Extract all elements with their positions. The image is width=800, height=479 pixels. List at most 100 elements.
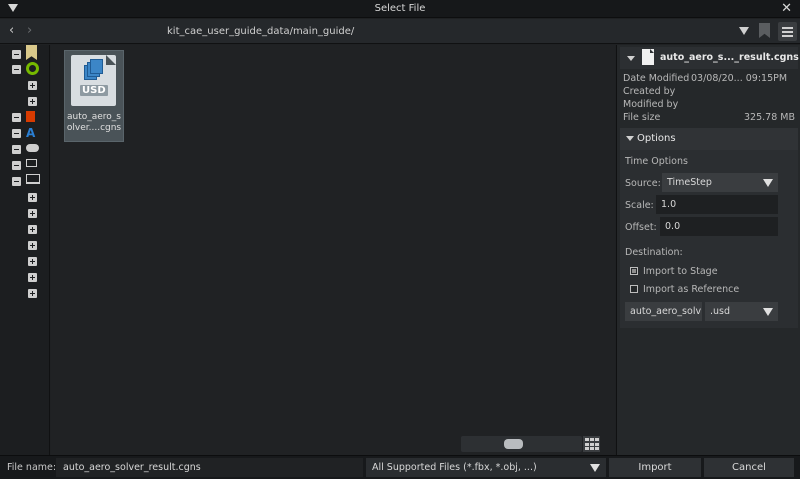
tree-item[interactable] [0, 255, 50, 269]
file-name-label: File name: [7, 462, 57, 473]
import-as-reference-checkbox[interactable] [630, 285, 638, 293]
file-name-input[interactable]: auto_aero_solver_result.cgns [56, 458, 363, 477]
expand-icon[interactable] [28, 241, 37, 250]
options-panel: Options Time Options Source: TimeStep Sc… [620, 128, 798, 328]
collapse-arrow-icon[interactable] [626, 136, 634, 141]
azure-icon: A [26, 126, 36, 140]
back-icon[interactable]: ‹ [9, 24, 14, 38]
file-browser-area[interactable]: USD auto_aero_s olver....cgns [51, 45, 615, 455]
window-title: Select File [374, 3, 426, 14]
time-options-label: Time Options [625, 156, 688, 167]
file-type-filter-value: All Supported Files (*.fbx, *.obj, ...) [372, 462, 537, 473]
import-as-reference-label: Import as Reference [643, 284, 740, 295]
import-button[interactable]: Import [609, 458, 701, 477]
path-text: kit_cae_user_guide_data/main_guide/ [167, 26, 355, 37]
expand-icon[interactable] [28, 97, 37, 106]
bookmarks-folder-icon [26, 45, 37, 60]
tree-item-office[interactable] [0, 111, 50, 125]
created-by-label: Created by [623, 86, 676, 97]
tree-item[interactable] [0, 79, 50, 93]
scale-input[interactable]: 1.0 [656, 195, 778, 214]
output-extension-value: .usd [710, 306, 731, 317]
cloud-icon [26, 144, 39, 152]
tree-item-network[interactable] [0, 159, 50, 173]
expand-icon[interactable] [28, 289, 37, 298]
output-extension-dropdown[interactable]: .usd [705, 302, 778, 321]
computer-icon [26, 174, 40, 184]
forward-icon[interactable]: › [27, 24, 32, 38]
tree-item-azure[interactable]: A [0, 126, 50, 141]
source-label: Source: [625, 178, 661, 189]
file-name-label: auto_aero_s olver....cgns [66, 112, 122, 133]
tree-item[interactable] [0, 191, 50, 205]
layers-icon [84, 59, 104, 81]
options-title: Options [637, 133, 676, 144]
file-icon [642, 49, 654, 65]
collapse-icon[interactable] [12, 113, 21, 122]
source-dropdown[interactable]: TimeStep [662, 173, 778, 192]
collapse-icon[interactable] [12, 161, 21, 170]
tree-item[interactable] [0, 95, 50, 109]
offset-input[interactable]: 0.0 [660, 217, 778, 236]
file-size-value: 325.78 MB [744, 112, 795, 123]
output-name-input[interactable]: auto_aero_solv [625, 302, 702, 321]
date-modified-value: 03/08/20... 09:15PM [691, 73, 788, 84]
selected-file-name: auto_aero_s..._result.cgns [660, 52, 799, 63]
grid-view-icon[interactable] [583, 436, 600, 452]
tree-item[interactable] [0, 239, 50, 253]
modified-by-label: Modified by [623, 99, 679, 110]
collapse-arrow-icon[interactable] [627, 56, 635, 61]
dropdown-arrow-icon [763, 308, 773, 316]
collapse-icon[interactable] [12, 129, 21, 138]
usd-file-icon: USD [71, 55, 116, 106]
file-size-label: File size [623, 112, 661, 123]
navigation-bar: ‹ › kit_cae_user_guide_data/main_guide/ [0, 19, 800, 44]
path-dropdown-icon[interactable] [739, 27, 749, 35]
date-modified-label: Date Modified [623, 73, 690, 84]
zoom-slider[interactable] [461, 436, 582, 452]
zoom-slider-thumb[interactable] [504, 439, 523, 449]
dropdown-arrow-icon [590, 464, 600, 472]
tree-item[interactable] [0, 287, 50, 301]
bookmark-icon[interactable] [759, 23, 770, 38]
tree-item-cloud[interactable] [0, 143, 50, 157]
file-tile[interactable]: USD auto_aero_s olver....cgns [64, 50, 124, 142]
source-value: TimeStep [667, 177, 712, 188]
file-type-badge: USD [80, 85, 108, 96]
detail-panel: auto_aero_s..._result.cgns Date Modified… [616, 45, 800, 455]
hamburger-menu-icon[interactable] [778, 22, 797, 41]
expand-icon[interactable] [28, 81, 37, 90]
office-icon [26, 111, 35, 122]
date-modified-row: Date Modified 03/08/20... 09:15PM [623, 73, 787, 84]
scale-label: Scale: [625, 200, 654, 211]
collapse-icon[interactable] [12, 50, 21, 59]
import-to-stage-label: Import to Stage [643, 266, 718, 277]
destination-label: Destination: [625, 247, 683, 258]
expand-icon[interactable] [28, 209, 37, 218]
options-header[interactable]: Options [620, 128, 798, 150]
offset-label: Offset: [625, 222, 657, 233]
tree-item[interactable] [0, 271, 50, 285]
bottom-bar: File name: auto_aero_solver_result.cgns … [0, 455, 800, 479]
expand-icon[interactable] [28, 257, 37, 266]
tree-item-bookmarks[interactable] [0, 45, 50, 61]
import-to-stage-checkbox[interactable] [630, 267, 638, 275]
cancel-button[interactable]: Cancel [704, 458, 794, 477]
tree-item[interactable] [0, 223, 50, 237]
close-icon[interactable]: ✕ [781, 1, 792, 16]
file-type-filter-dropdown[interactable]: All Supported Files (*.fbx, *.obj, ...) [366, 458, 606, 477]
tree-item-my-computer[interactable] [0, 174, 50, 189]
tree-item-omniverse[interactable] [0, 62, 50, 77]
expand-icon[interactable] [28, 225, 37, 234]
collapse-icon[interactable] [12, 177, 21, 186]
path-field[interactable]: kit_cae_user_guide_data/main_guide/ [45, 22, 755, 41]
file-size-row: File size 325.78 MB [623, 112, 795, 123]
title-bar: Select File ✕ [0, 0, 800, 18]
tree-item[interactable] [0, 207, 50, 221]
file-info-header[interactable]: auto_aero_s..._result.cgns [620, 47, 799, 69]
sidebar-tree: A [0, 45, 50, 455]
collapse-icon[interactable] [12, 145, 21, 154]
collapse-icon[interactable] [12, 65, 21, 74]
expand-icon[interactable] [28, 273, 37, 282]
expand-icon[interactable] [28, 193, 37, 202]
